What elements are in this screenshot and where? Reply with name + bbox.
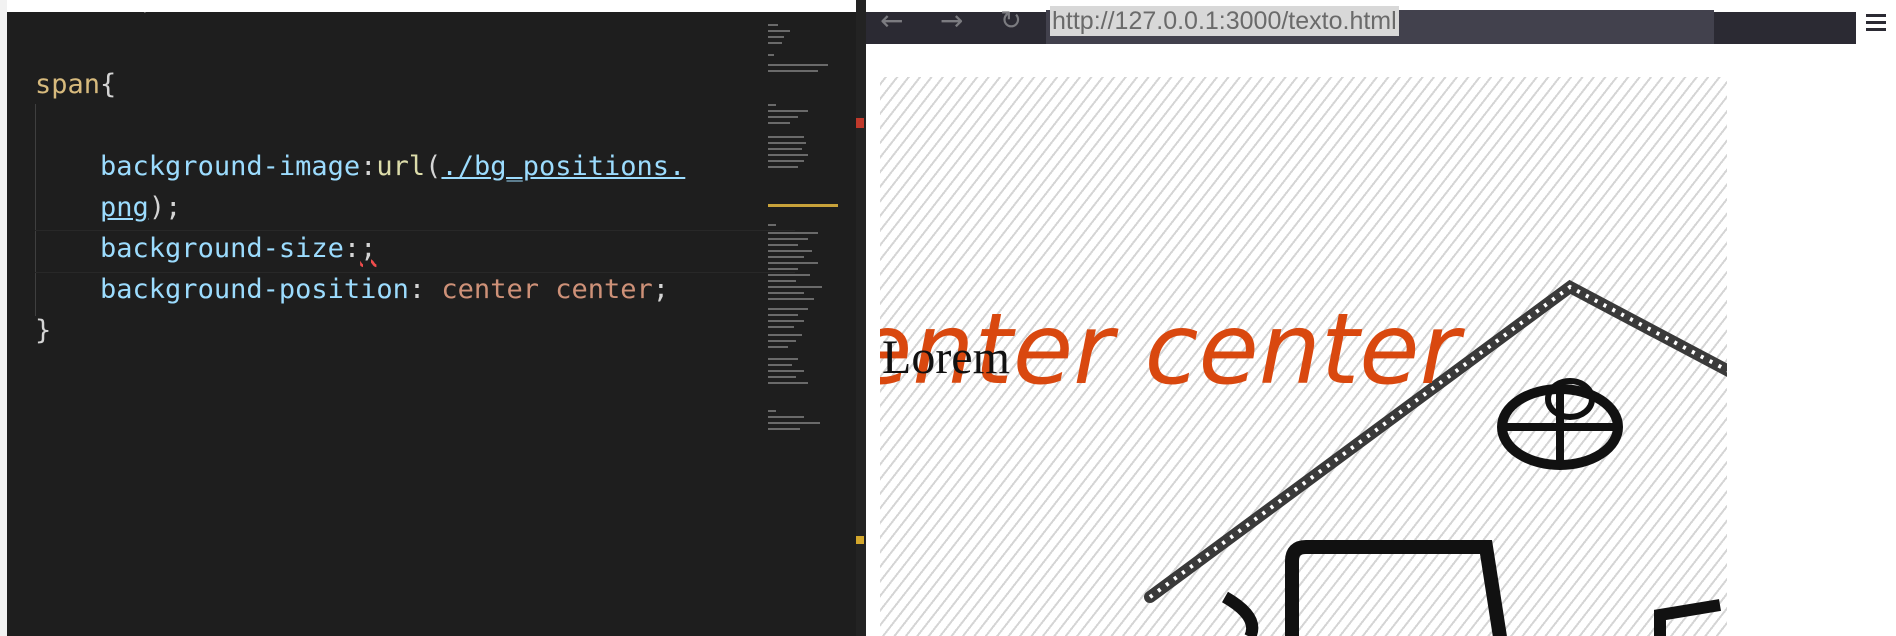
code-line-3: background-image:url(./bg_positions. bbox=[35, 146, 765, 187]
code-area[interactable]: span{ background-image:url(./bg_position… bbox=[35, 64, 795, 351]
paren-open: ( bbox=[425, 151, 442, 182]
paren-close-semicolon: ); bbox=[148, 192, 182, 223]
url-link-part1[interactable]: ./bg_positions. bbox=[441, 151, 685, 182]
url-function: url bbox=[376, 151, 426, 182]
code-line-4: background-size:; bbox=[35, 228, 765, 269]
browser-window: ← → ↻ http://127.0.0.1:3000/texto.html e… bbox=[866, 0, 1896, 636]
open-brace: { bbox=[100, 69, 117, 100]
code-editor[interactable]: o.css > ⌬ span span{ background-image:ur… bbox=[0, 0, 866, 636]
hamburger-menu-icon[interactable] bbox=[1866, 14, 1886, 34]
house-door bbox=[1285, 540, 1507, 636]
semicolon: ; bbox=[652, 274, 670, 305]
code-line-1: span{ bbox=[35, 64, 765, 105]
forward-arrow-icon[interactable]: → bbox=[940, 3, 963, 39]
house-window bbox=[1654, 599, 1721, 636]
reload-icon[interactable]: ↻ bbox=[1000, 3, 1022, 39]
url-text[interactable]: http://127.0.0.1:3000/texto.html bbox=[1050, 6, 1399, 36]
code-line-3-wrap: png); bbox=[35, 187, 765, 228]
colon: : bbox=[360, 151, 377, 182]
back-arrow-icon[interactable]: ← bbox=[880, 3, 903, 39]
colon: : bbox=[408, 274, 426, 305]
css-selector: span bbox=[35, 69, 101, 100]
colon: : bbox=[343, 233, 361, 264]
property-background-size: background-size bbox=[100, 233, 344, 264]
house-wall-curve bbox=[1221, 591, 1259, 636]
window-top-edge bbox=[0, 0, 866, 12]
url-link-part2[interactable]: png bbox=[100, 192, 149, 223]
scrollbar-error-marker bbox=[856, 118, 864, 128]
close-brace: } bbox=[35, 315, 52, 346]
code-line-5: background-position: center center; bbox=[35, 269, 765, 310]
property-background-image: background-image bbox=[100, 151, 361, 182]
error-squiggle[interactable]: ; bbox=[360, 233, 376, 264]
window-left-edge bbox=[0, 0, 7, 636]
scrollbar-warning-marker bbox=[856, 536, 864, 544]
value-center-center: center center bbox=[441, 274, 653, 305]
minimap[interactable] bbox=[768, 18, 842, 430]
span-lorem-text[interactable]: Lorem bbox=[882, 330, 1010, 386]
property-background-position: background-position bbox=[100, 274, 409, 305]
code-line-6: } bbox=[35, 310, 765, 351]
